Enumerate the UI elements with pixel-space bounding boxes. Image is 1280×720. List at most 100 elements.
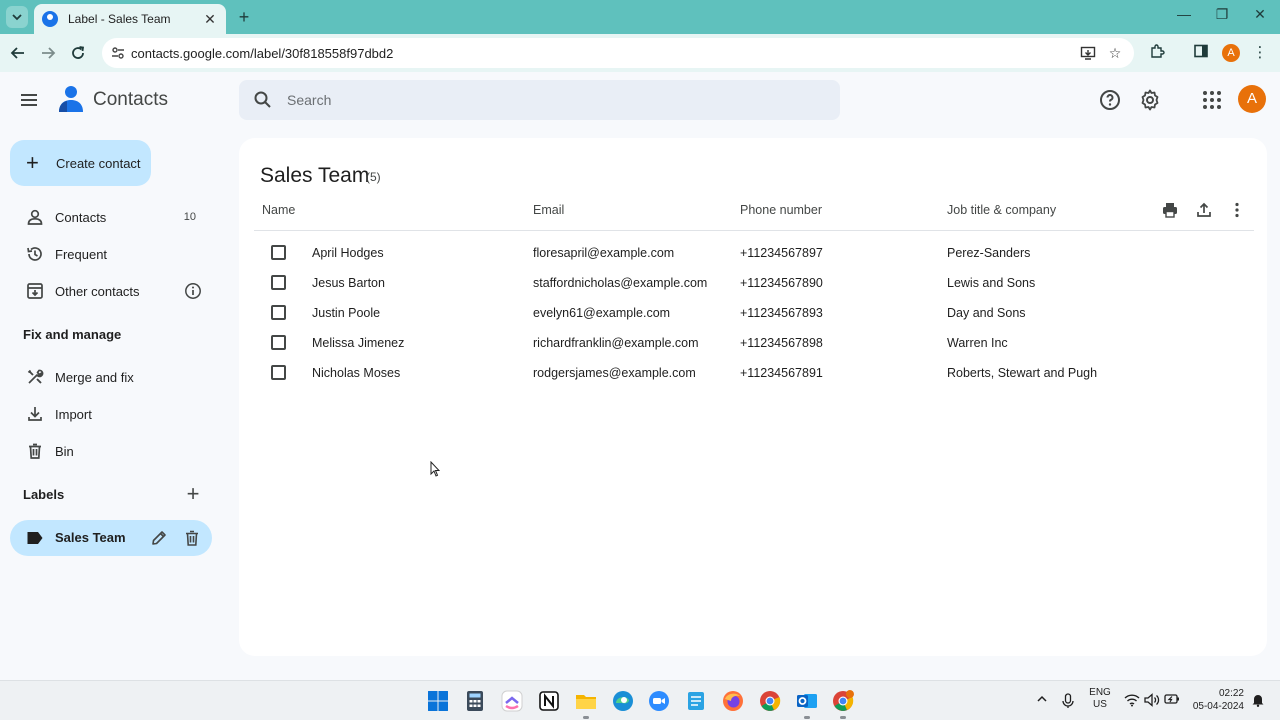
battery-charging-icon[interactable]: [1164, 693, 1180, 709]
volume-icon[interactable]: [1144, 693, 1160, 711]
input-language-indicator[interactable]: ENG US: [1088, 687, 1112, 711]
sidebar-item-merge-and-fix[interactable]: Merge and fix: [10, 359, 212, 395]
close-tab-icon[interactable]: ✕: [202, 11, 218, 28]
zoom-icon[interactable]: [648, 690, 670, 712]
outlook-icon[interactable]: [796, 690, 818, 712]
clickup-icon[interactable]: [501, 690, 523, 712]
sidebar-item-frequent[interactable]: Frequent: [10, 236, 212, 272]
tools-icon: [27, 369, 44, 384]
tab-search-button[interactable]: [6, 6, 28, 28]
row-checkbox[interactable]: [271, 275, 286, 290]
person-icon: [27, 209, 43, 225]
info-icon[interactable]: [184, 282, 202, 300]
browser-profile-avatar[interactable]: A: [1222, 44, 1240, 62]
notion-icon[interactable]: [538, 690, 560, 712]
tray-overflow-chevron-icon[interactable]: [1034, 693, 1050, 709]
add-label-icon[interactable]: +: [183, 483, 203, 505]
table-row[interactable]: Justin Poole evelyn61@example.com +11234…: [254, 298, 1254, 328]
edge-browser-icon[interactable]: [612, 690, 634, 712]
new-tab-button[interactable]: +: [234, 7, 254, 27]
sidebar-label-sales-team[interactable]: Sales Team: [10, 520, 212, 556]
column-header-job: Job title & company: [947, 203, 1057, 217]
table-row[interactable]: April Hodges floresapril@example.com +11…: [254, 238, 1254, 268]
account-avatar[interactable]: A: [1238, 85, 1266, 113]
export-upload-icon[interactable]: [1195, 201, 1213, 219]
microphone-icon[interactable]: [1060, 693, 1076, 713]
tab-title: Label - Sales Team: [68, 12, 171, 26]
extensions-icon[interactable]: [1147, 43, 1167, 63]
column-header-phone: Phone number: [740, 203, 823, 217]
notification-bell-icon[interactable]: [1250, 693, 1266, 711]
main-menu-icon[interactable]: [18, 89, 40, 111]
row-checkbox[interactable]: [271, 365, 286, 380]
create-contact-label: Create contact: [56, 155, 141, 171]
row-checkbox[interactable]: [271, 245, 286, 260]
install-app-icon[interactable]: [1080, 45, 1096, 61]
clock-date: 05-04-2024: [1192, 701, 1244, 712]
row-checkbox[interactable]: [271, 305, 286, 320]
address-bar[interactable]: contacts.google.com/label/30f818558f97db…: [102, 38, 1134, 68]
sidebar-item-other-contacts[interactable]: Other contacts: [10, 273, 212, 309]
browser-tab-active[interactable]: Label - Sales Team ✕: [34, 4, 226, 34]
contact-name: Nicholas Moses: [312, 366, 401, 380]
settings-gear-icon[interactable]: [1138, 88, 1162, 112]
edit-pencil-icon[interactable]: [150, 529, 168, 547]
contact-email: rodgersjames@example.com: [533, 366, 696, 380]
delete-label-trash-icon[interactable]: [183, 529, 201, 547]
sidebar-item-label: Contacts: [55, 209, 107, 225]
search-input[interactable]: [287, 88, 807, 112]
site-info-icon[interactable]: [110, 45, 126, 61]
wifi-icon[interactable]: [1124, 693, 1140, 711]
contact-phone: +11234567891: [740, 366, 823, 380]
column-header-name: Name: [262, 203, 296, 217]
table-row[interactable]: Jesus Barton staffordnicholas@example.co…: [254, 268, 1254, 298]
sidebar-item-import[interactable]: Import: [10, 396, 212, 432]
sidebar-item-contacts[interactable]: Contacts 10: [10, 199, 212, 235]
sidebar-label-name: Sales Team: [55, 530, 126, 545]
contacts-favicon-icon: [42, 11, 58, 27]
chrome-icon[interactable]: [759, 690, 781, 712]
running-indicator: [804, 716, 810, 719]
firefox-icon[interactable]: [722, 690, 744, 712]
search-icon[interactable]: [253, 90, 273, 110]
fix-and-manage-heading: Fix and manage: [23, 327, 122, 342]
print-icon[interactable]: [1161, 201, 1179, 219]
create-contact-button[interactable]: + Create contact: [10, 140, 151, 186]
calculator-icon[interactable]: [464, 690, 486, 712]
archive-download-icon: [27, 283, 43, 299]
chrome-profile-icon[interactable]: [832, 690, 854, 712]
search-bar[interactable]: [239, 80, 840, 120]
system-clock[interactable]: 02:22 05-04-2024: [1186, 687, 1244, 713]
browser-menu-icon[interactable]: ⋮: [1250, 43, 1270, 63]
sidebar-item-label: Frequent: [55, 246, 108, 262]
restore-icon[interactable]: ❐: [1210, 6, 1234, 23]
contact-email: richardfranklin@example.com: [533, 336, 699, 350]
back-icon[interactable]: [7, 42, 29, 64]
table-row[interactable]: Melissa Jimenez richardfranklin@example.…: [254, 328, 1254, 358]
reload-icon[interactable]: [67, 42, 89, 64]
close-window-icon[interactable]: ✕: [1248, 6, 1272, 23]
app-name: Contacts: [93, 89, 168, 110]
side-panel-icon[interactable]: [1191, 43, 1211, 63]
browser-toolbar: contacts.google.com/label/30f818558f97db…: [0, 34, 1280, 72]
apps-grid-icon[interactable]: [1200, 88, 1224, 112]
row-checkbox[interactable]: [271, 335, 286, 350]
help-icon[interactable]: [1098, 88, 1122, 112]
bookmark-star-icon[interactable]: ☆: [1107, 45, 1123, 61]
sidebar-item-bin[interactable]: Bin: [10, 433, 212, 469]
more-options-icon[interactable]: [1228, 201, 1246, 219]
page-title: Sales Team: [260, 164, 370, 187]
windows-start-icon[interactable]: [427, 690, 449, 712]
contact-phone: +11234567890: [740, 276, 823, 290]
sidebar-item-label: Merge and fix: [55, 369, 134, 385]
forward-icon[interactable]: [37, 42, 59, 64]
notepad-icon[interactable]: [685, 690, 707, 712]
minimize-icon[interactable]: —: [1172, 6, 1196, 22]
file-explorer-icon[interactable]: [575, 690, 597, 712]
app-header: Contacts A: [0, 72, 1280, 128]
table-row[interactable]: Nicholas Moses rodgersjames@example.com …: [254, 358, 1254, 388]
contact-email: staffordnicholas@example.com: [533, 276, 708, 290]
running-indicator: [840, 716, 846, 719]
labels-heading: Labels: [23, 487, 65, 502]
contact-email: evelyn61@example.com: [533, 306, 671, 320]
